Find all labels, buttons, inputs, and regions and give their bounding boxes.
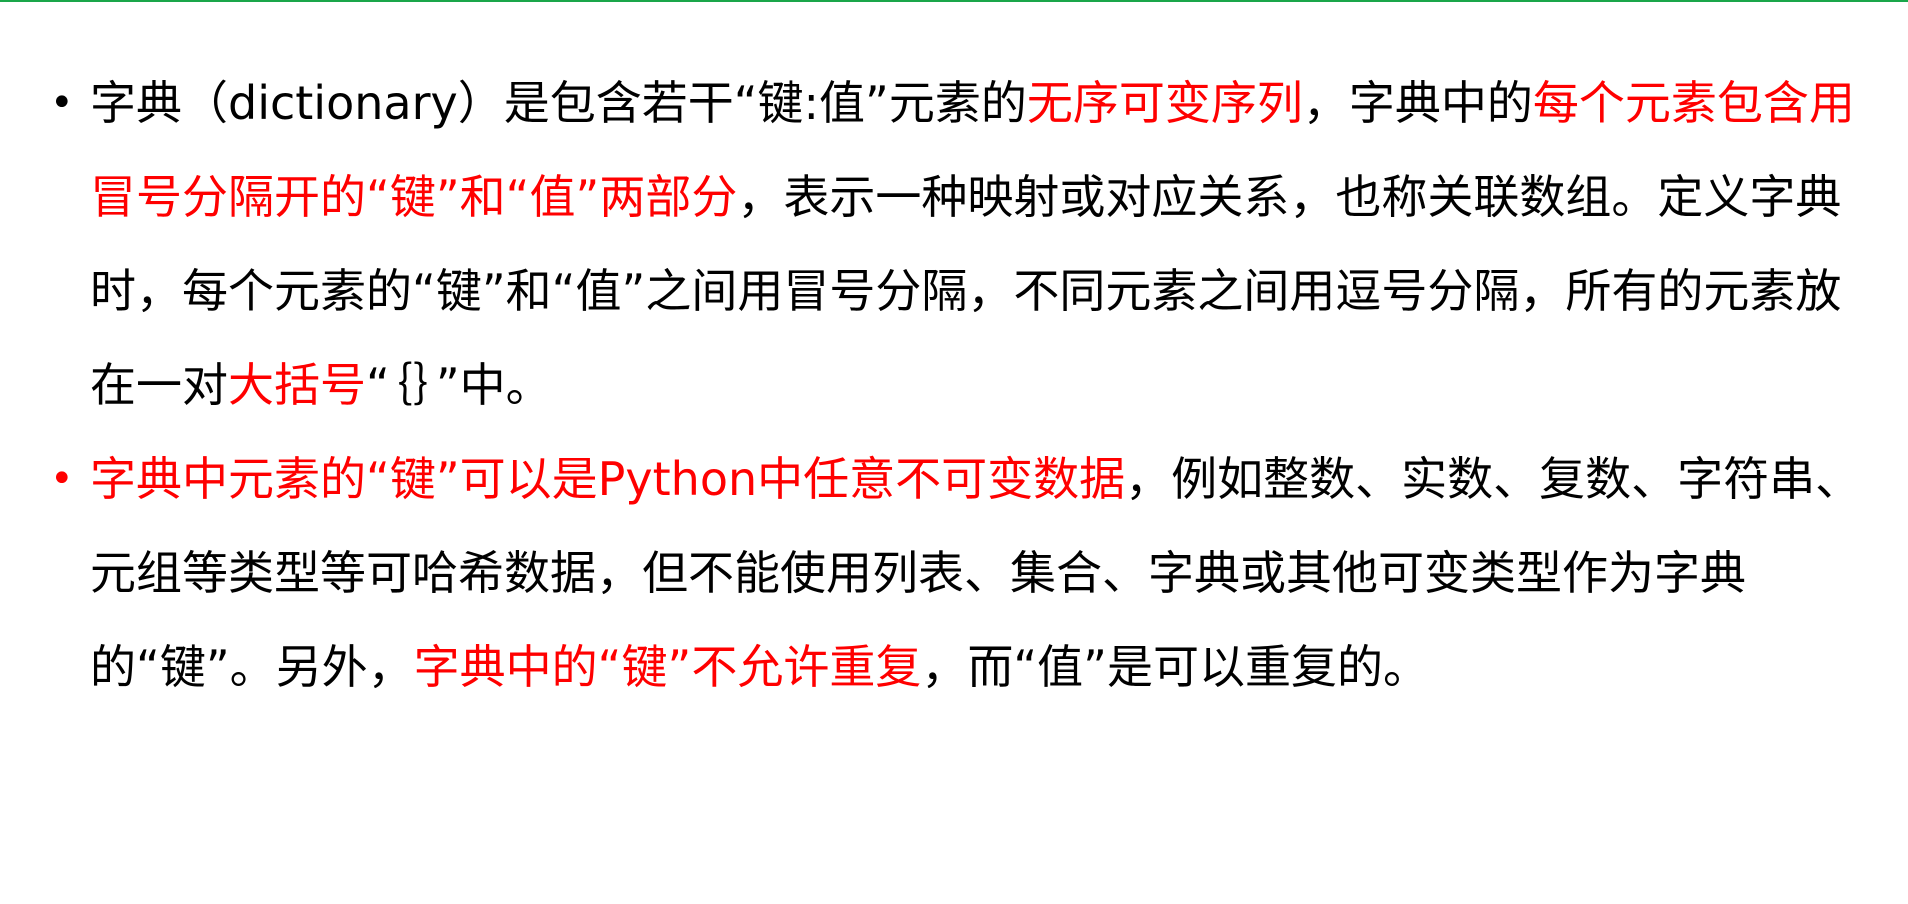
text-segment: 字典（dictionary）是包含若干“键:值”元素的 — [90, 76, 1027, 130]
bullet-item-dictionary-definition: • 字典（dictionary）是包含若干“键:值”元素的无序可变序列，字典中的… — [46, 56, 1876, 432]
highlight-segment: 字典中的“键”不允许重复 — [413, 640, 922, 694]
highlight-segment: 字典中元素的“键”可以是Python中任意不可变数据 — [90, 452, 1126, 506]
text-segment: ，而“值”是可以重复的。 — [921, 640, 1430, 694]
highlight-segment: 无序可变序列 — [1026, 76, 1303, 130]
text-segment: “｛｝”中。 — [366, 358, 552, 412]
text-segment: ，字典中的 — [1302, 76, 1533, 130]
bullet-marker: • — [50, 456, 74, 502]
bullet-list: • 字典（dictionary）是包含若干“键:值”元素的无序可变序列，字典中的… — [46, 56, 1876, 714]
top-accent-line — [0, 0, 1908, 2]
slide-content: • 字典（dictionary）是包含若干“键:值”元素的无序可变序列，字典中的… — [46, 56, 1876, 714]
bullet-item-dictionary-keys: • 字典中元素的“键”可以是Python中任意不可变数据，例如整数、实数、复数、… — [46, 432, 1876, 714]
bullet-marker: • — [50, 80, 74, 126]
highlight-segment: 大括号 — [228, 358, 366, 412]
